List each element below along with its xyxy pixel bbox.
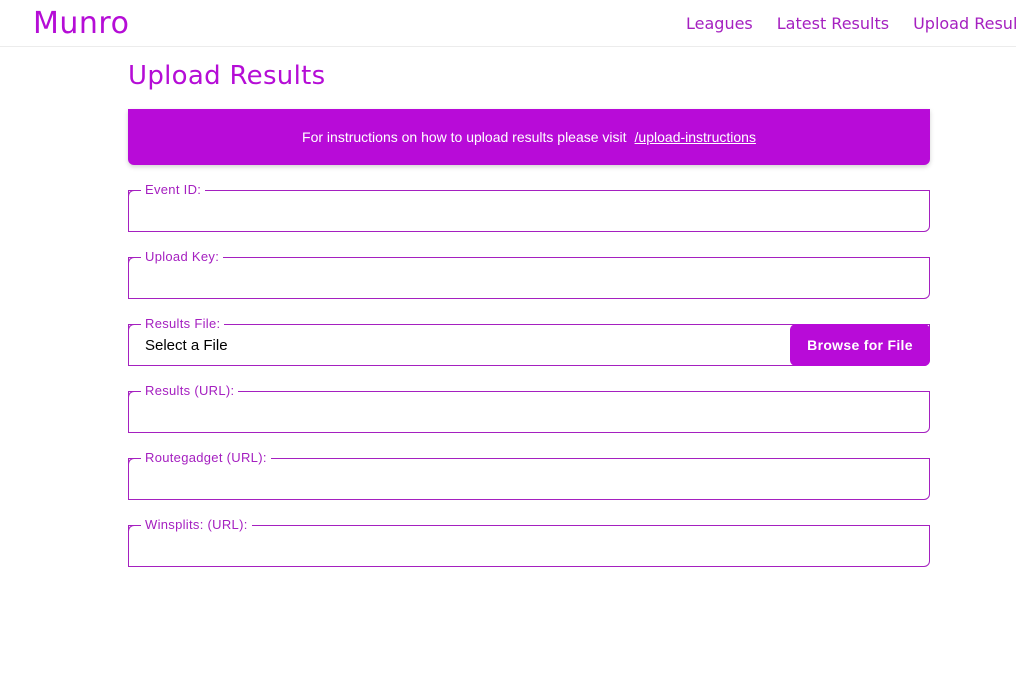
event-id-input[interactable]: [145, 201, 919, 223]
upload-key-input[interactable]: [145, 268, 919, 290]
nav-item-leagues[interactable]: Leagues: [686, 13, 753, 35]
instructions-banner: For instructions on how to upload result…: [128, 109, 930, 165]
event-id-field: Event ID:: [128, 182, 930, 232]
site-logo[interactable]: Munro: [33, 4, 129, 44]
results-file-label: Results File:: [141, 316, 225, 332]
results-url-label: Results (URL):: [141, 383, 239, 399]
routegadget-url-field: Routegadget (URL):: [128, 450, 930, 500]
results-url-input[interactable]: [145, 402, 919, 424]
banner-text: For instructions on how to upload result…: [302, 129, 627, 145]
winsplits-url-input[interactable]: [145, 536, 919, 558]
nav-links: Leagues Latest Results Upload Results: [686, 13, 1016, 35]
upload-key-label: Upload Key:: [141, 249, 224, 265]
nav-item-upload-results[interactable]: Upload Results: [913, 13, 1016, 35]
results-url-field: Results (URL):: [128, 383, 930, 433]
upload-key-field: Upload Key:: [128, 249, 930, 299]
routegadget-url-input[interactable]: [145, 469, 919, 491]
routegadget-url-label: Routegadget (URL):: [141, 450, 271, 466]
results-file-value[interactable]: Select a File: [145, 336, 228, 356]
top-navbar: Munro Leagues Latest Results Upload Resu…: [0, 0, 1016, 47]
browse-for-file-button[interactable]: Browse for File: [790, 324, 930, 366]
winsplits-url-field: Winsplits: (URL):: [128, 517, 930, 567]
upload-instructions-link[interactable]: /upload-instructions: [635, 129, 756, 145]
results-file-field: Results File: Select a File Browse for F…: [128, 316, 930, 366]
page-title: Upload Results: [128, 61, 326, 91]
winsplits-url-label: Winsplits: (URL):: [141, 517, 252, 533]
nav-item-latest-results[interactable]: Latest Results: [777, 13, 889, 35]
event-id-label: Event ID:: [141, 182, 206, 198]
